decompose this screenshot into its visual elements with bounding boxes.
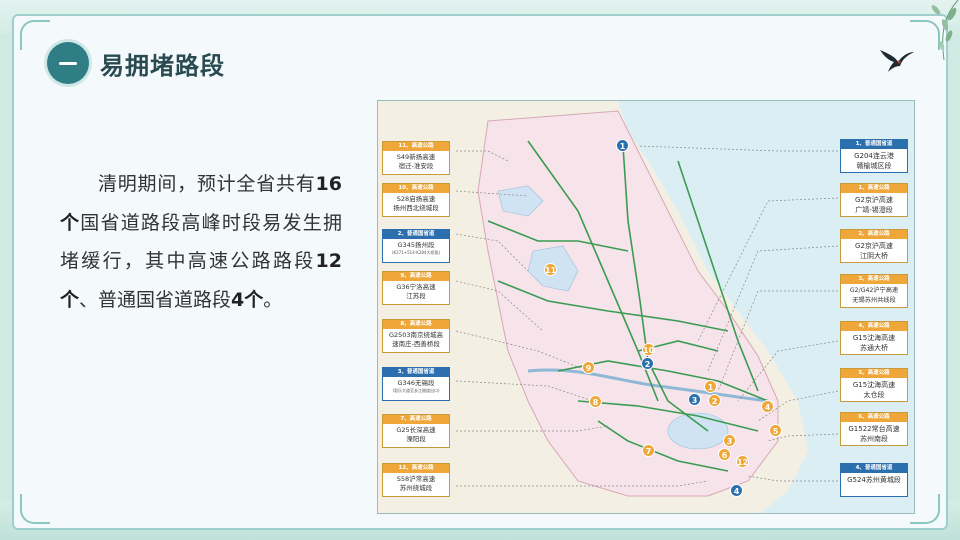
corner-ornament	[20, 494, 50, 524]
callout-right-7[interactable]: 6、高速公路 G1522常台高速 苏州南段	[840, 412, 908, 446]
callout-left-7[interactable]: 7、高速公路 G25长深高速 溧阳段	[382, 414, 450, 448]
highlight-national-road-count: 4个	[231, 288, 264, 311]
map-pin[interactable]: 5	[769, 424, 782, 437]
swallow-icon	[880, 50, 914, 72]
summary-paragraph: 清明期间，预计全省共有16个国省道路段高峰时段易发生拥堵缓行，其中高速公路路段1…	[60, 173, 342, 311]
callout-left-8[interactable]: 12、高速公路 S58沪常高速 苏州绕城段	[382, 463, 450, 497]
section-title: 易拥堵路段	[100, 52, 225, 80]
map-pin[interactable]: 7	[642, 444, 655, 457]
callout-right-5[interactable]: 4、高速公路 G15沈海高速 苏通大桥	[840, 321, 908, 355]
callout-right-8[interactable]: 4、普通国省道 G524苏州黄城段	[840, 463, 908, 497]
map-pin[interactable]: 4	[761, 400, 774, 413]
map-pin[interactable]: 12	[736, 455, 749, 468]
callout-left-6[interactable]: 3、普通国省道 G346无锡段 (君乐大道至长江隧道出口)	[382, 367, 450, 401]
map-pin[interactable]: 11	[544, 263, 557, 276]
callout-left-1[interactable]: 11、高速公路 S49新扬高速 宿迁-淮安段	[382, 141, 450, 175]
map-pin[interactable]: 3	[723, 434, 736, 447]
callout-right-6[interactable]: 5、高速公路 G15沈海高速 太仓段	[840, 368, 908, 402]
callout-right-3[interactable]: 2、高速公路 G2京沪高速 江阴大桥	[840, 229, 908, 263]
callout-left-4[interactable]: 9、高速公路 G36宁洛高速 江苏段	[382, 271, 450, 305]
callout-right-2[interactable]: 1、高速公路 G2京沪高速 广靖-锡澄段	[840, 183, 908, 217]
callout-left-3[interactable]: 2、普通国省道 G345扬州段 (K271+514-K284大桥段)	[382, 229, 450, 263]
map-pin[interactable]: 9	[582, 361, 595, 374]
map-pin[interactable]: 8	[589, 395, 602, 408]
map-pin[interactable]: 10	[642, 343, 655, 356]
dash-badge-icon	[47, 42, 89, 84]
map-pin[interactable]: 2	[641, 357, 654, 370]
congestion-map: 11、高速公路 S49新扬高速 宿迁-淮安段 10、高速公路 S28启扬高速 扬…	[377, 100, 915, 514]
map-pin[interactable]: 4	[730, 484, 743, 497]
callout-left-2[interactable]: 10、高速公路 S28启扬高速 扬州西北绕城段	[382, 183, 450, 217]
callout-left-5[interactable]: 8、高速公路 G2503南京绕城高 速南庄-西善桥段	[382, 319, 450, 353]
map-pin[interactable]: 6	[718, 448, 731, 461]
map-pin[interactable]: 1	[616, 139, 629, 152]
map-pin[interactable]: 3	[688, 393, 701, 406]
map-pin[interactable]: 1	[704, 380, 717, 393]
callout-right-4[interactable]: 3、高速公路 G2/G42沪宁高速 无锡苏州共线段	[840, 274, 908, 308]
callout-right-1[interactable]: 1、普通国省道 G204连云港 赣榆城区段	[840, 139, 908, 173]
map-pin[interactable]: 2	[708, 394, 721, 407]
corner-ornament	[20, 20, 50, 50]
